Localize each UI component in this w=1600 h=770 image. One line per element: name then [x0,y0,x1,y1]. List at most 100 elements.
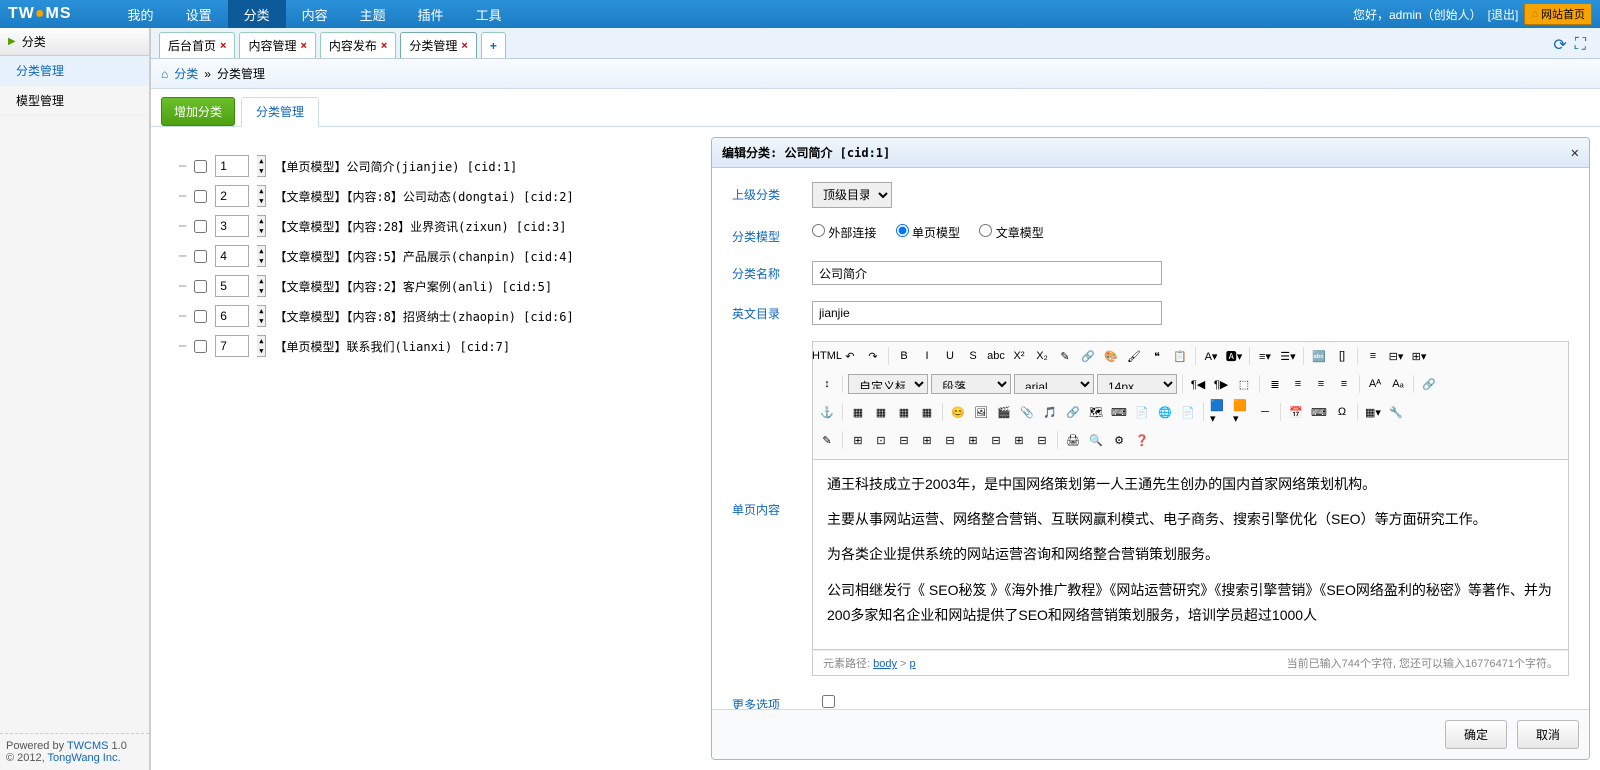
toolbar-button[interactable]: ⊟▾ [1386,346,1406,366]
topmenu-item[interactable]: 我的 [112,0,170,30]
order-input[interactable] [215,275,249,297]
toolbar-button[interactable]: 🎨 [1101,346,1121,366]
company-link[interactable]: TongWang Inc. [48,752,121,764]
topmenu-item[interactable]: 插件 [402,0,460,30]
order-input[interactable] [215,215,249,237]
toolbar-button[interactable]: ≡ [1288,374,1308,394]
row-checkbox[interactable] [194,220,207,233]
toolbar-button[interactable]: B [894,346,914,366]
content-paragraph[interactable]: 主要从事网站运营、网络整合营销、互联网赢利模式、电子商务、搜索引擎优化（SEO）… [827,507,1554,532]
tree-label[interactable]: 【文章模型】【内容:28】业界资讯(zixun) [cid:3] [274,218,566,235]
more-checkbox[interactable] [822,695,835,708]
toolbar-button[interactable]: ⌨ [1109,402,1129,422]
toolbar-select[interactable]: 自定义标题 [848,374,928,394]
toolbar-button[interactable]: ≣ [1265,374,1285,394]
spin-down-icon[interactable]: ▼ [257,166,265,176]
tree-label[interactable]: 【文章模型】【内容:8】招贤纳士(zhaopin) [cid:6] [274,308,573,325]
toolbar-button[interactable]: ❓ [1132,430,1152,450]
toolbar-button[interactable]: ⚓ [817,402,837,422]
page-tab-manage[interactable]: 分类管理 [241,97,319,127]
logout-link[interactable]: [退出] [1488,6,1519,23]
toolbar-button[interactable]: ⊟ [894,430,914,450]
spin-up-icon[interactable]: ▲ [257,306,265,316]
home-icon[interactable]: ⌂ [161,67,168,81]
toolbar-button[interactable]: ⬚ [1234,374,1254,394]
toolbar-button[interactable]: ⊞▾ [1409,346,1429,366]
collapse-icon[interactable]: ▶ [8,36,16,47]
toolbar-button[interactable]: 📋 [1170,346,1190,366]
toolbar-button[interactable]: ✎ [817,430,837,450]
toolbar-button[interactable]: 🟦▾ [1209,402,1229,422]
tree-label[interactable]: 【文章模型】【内容:8】公司动态(dongtai) [cid:2] [274,188,573,205]
tab-close-icon[interactable]: × [461,40,467,52]
toolbar-button[interactable]: ⚙ [1109,430,1129,450]
toolbar-button[interactable]: ↷ [863,346,883,366]
toolbar-button[interactable]: X₂ [1032,346,1052,366]
spin-up-icon[interactable]: ▲ [257,186,265,196]
toolbar-button[interactable]: 🔗 [1419,374,1439,394]
toolbar-button[interactable]: ≡ [1363,346,1383,366]
refresh-icon[interactable]: ⟳ [1553,35,1566,55]
order-input[interactable] [215,155,249,177]
crumb-category[interactable]: 分类 [174,65,198,82]
tab-close-icon[interactable]: × [220,40,226,52]
toolbar-button[interactable]: 🖌 [1124,346,1144,366]
path-body-link[interactable]: body [873,658,897,670]
sidebar-item[interactable]: 分类管理 [0,56,149,86]
toolbar-button[interactable]: 🖼 [971,402,991,422]
add-category-button[interactable]: 增加分类 [161,97,235,126]
nav-tab[interactable]: 后台首页× [159,32,235,58]
toolbar-button[interactable]: ▦▾ [1363,402,1383,422]
toolbar-select[interactable]: arial [1014,374,1094,394]
toolbar-button[interactable]: 🔗 [1063,402,1083,422]
toolbar-button[interactable]: [] [1332,346,1352,366]
toolbar-select[interactable]: 段落 [931,374,1011,394]
toolbar-button[interactable]: 📎 [1017,402,1037,422]
toolbar-button[interactable]: ─ [1255,402,1275,422]
topmenu-item[interactable]: 内容 [286,0,344,30]
toolbar-button[interactable]: ¶▶ [1211,374,1231,394]
toolbar-button[interactable]: 🎵 [1040,402,1060,422]
toolbar-button[interactable]: X² [1009,346,1029,366]
toolbar-button[interactable]: ⊞ [848,430,868,450]
toolbar-button[interactable]: ≡▾ [1255,346,1275,366]
close-icon[interactable]: ✕ [1571,145,1579,161]
ok-button[interactable]: 确定 [1445,720,1507,749]
spin-down-icon[interactable]: ▼ [257,256,265,266]
toolbar-button[interactable]: 🗺 [1086,402,1106,422]
site-home-button[interactable]: 网站首页 [1524,3,1592,25]
toolbar-button[interactable]: HTML [817,346,837,366]
toolbar-button[interactable]: ≡ [1334,374,1354,394]
toolbar-button[interactable]: ↕ [817,374,837,394]
name-input[interactable] [812,261,1162,285]
parent-select[interactable]: 顶级目录 [812,182,892,208]
order-input[interactable] [215,185,249,207]
toolbar-button[interactable]: 🔍 [1086,430,1106,450]
toolbar-button[interactable]: ▦ [917,402,937,422]
toolbar-button[interactable]: 🖨 [1063,430,1083,450]
toolbar-button[interactable]: ▦ [894,402,914,422]
toolbar-button[interactable]: ▦ [871,402,891,422]
toolbar-button[interactable]: ⊟ [986,430,1006,450]
toolbar-button[interactable]: 🔧 [1386,402,1406,422]
toolbar-button[interactable]: 🟧▾ [1232,402,1252,422]
toolbar-button[interactable]: S [963,346,983,366]
topmenu-item[interactable]: 设置 [170,0,228,30]
sidebar-item[interactable]: 模型管理 [0,86,149,116]
toolbar-button[interactable]: ❝ [1147,346,1167,366]
tree-label[interactable]: 【单页模型】公司简介(jianjie) [cid:1] [274,158,517,175]
toolbar-button[interactable]: A▾ [1201,346,1221,366]
path-p-link[interactable]: p [910,658,916,670]
spin-down-icon[interactable]: ▼ [257,286,265,296]
editor-content[interactable]: 通王科技成立于2003年，是中国网络策划第一人王通先生创办的国内首家网络策划机构… [812,460,1569,650]
spin-down-icon[interactable]: ▼ [257,346,265,356]
toolbar-button[interactable]: ✎ [1055,346,1075,366]
tab-close-icon[interactable]: × [300,40,306,52]
row-checkbox[interactable] [194,190,207,203]
tree-label[interactable]: 【文章模型】【内容:2】客户案例(anli) [cid:5] [274,278,552,295]
toolbar-button[interactable]: abc [986,346,1006,366]
row-checkbox[interactable] [194,160,207,173]
topmenu-item[interactable]: 工具 [460,0,518,30]
content-paragraph[interactable]: 为各类企业提供系统的网站运营咨询和网络整合营销策划服务。 [827,542,1554,567]
topmenu-item[interactable]: 分类 [228,0,286,30]
